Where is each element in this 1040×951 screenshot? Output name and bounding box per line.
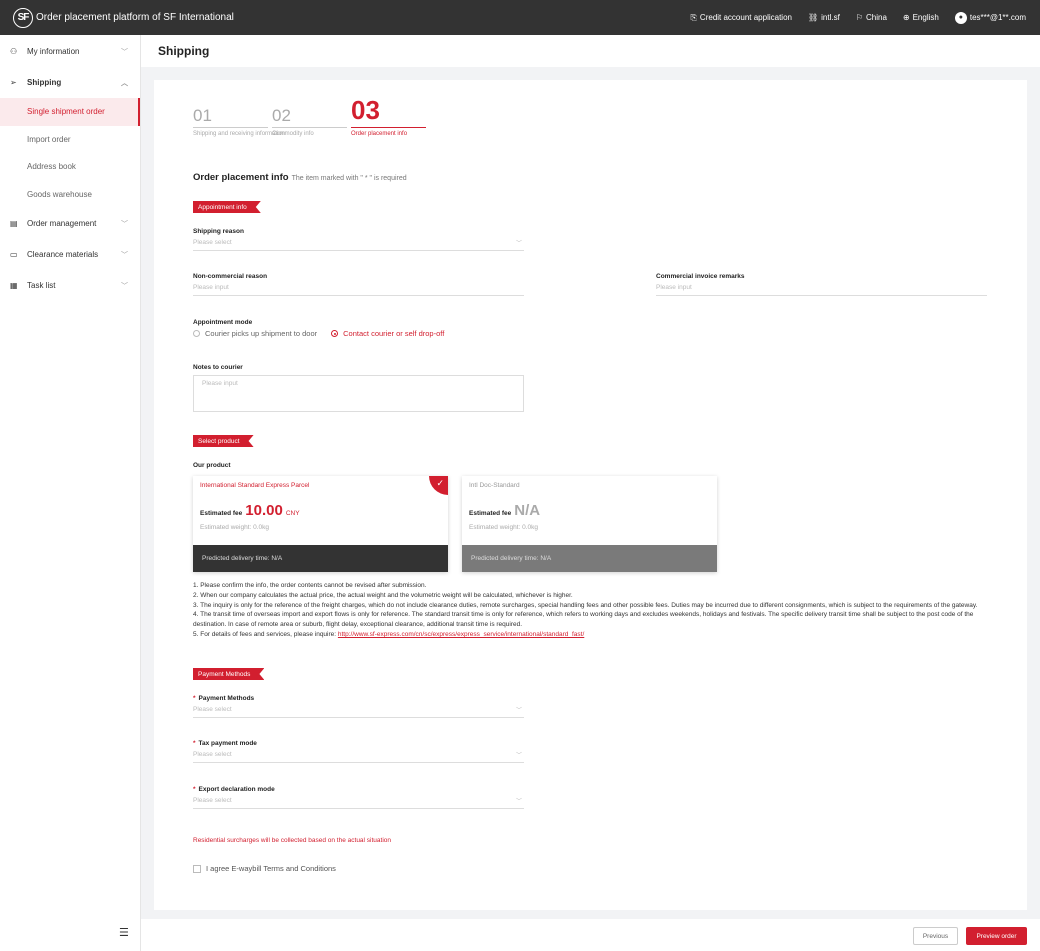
product-notes: 1. Please confirm the info, the order co… [193,582,978,638]
chevron-down-icon: ﹀ [515,753,522,759]
product-card-standard-express[interactable]: International Standard Express Parcel Es… [193,476,448,572]
send-icon: ➢ [10,78,17,87]
user-menu[interactable]: ● tes***@1**.com [954,11,1026,24]
app-title: Order placement platform of SF Internati… [36,12,234,23]
chevron-down-icon: ﹀ [121,48,128,56]
logo[interactable]: SF Order placement platform of SF Intern… [13,7,234,28]
checkbox-icon[interactable] [193,864,201,873]
top-bar: SF Order placement platform of SF Intern… [0,0,1040,35]
sf-logo-icon: SF [13,7,33,28]
section-title: Order placement info The item marked with… [193,172,407,183]
product-card-doc-standard[interactable]: Intl Doc-Standard Estimated fee N/A Esti… [462,476,717,572]
shipping-reason-select[interactable]: Please select ﹀ [193,239,524,251]
required-note: The item marked with " * " is required [291,175,407,182]
notes-to-courier-field: Notes to courier Please input [193,364,524,412]
terms-agreement[interactable]: I agree E-waybill Terms and Conditions [193,864,336,873]
appointment-info-tag: Appointment info [193,201,261,213]
predicted-delivery: Predicted delivery time: N/A [462,545,717,572]
preview-order-button[interactable]: Preview order [966,927,1027,945]
surcharge-notice: Residential surcharges will be collected… [193,837,392,844]
globe-icon: ⊕ [902,13,910,22]
link-icon: ⛓ [807,13,819,22]
estimated-fee-value: N/A [514,502,541,519]
user-icon: ⚇ [10,47,18,56]
non-commercial-reason-input[interactable]: Please input [193,284,524,296]
language-selector[interactable]: ⊕ English [903,13,939,22]
chevron-down-icon: ﹀ [121,220,128,228]
notes-to-courier-textarea[interactable]: Please input [193,375,524,412]
tax-payment-mode-select[interactable]: Please select ﹀ [193,751,524,763]
chevron-down-icon: ﹀ [515,799,522,805]
radio-selected-icon [331,330,339,337]
radio-courier-pickup[interactable]: Courier picks up shipment to door [193,329,317,338]
fees-info-link[interactable]: http://www.sf-express.com/cn/sc/express/… [338,631,584,638]
chevron-down-icon: ﹀ [515,708,522,714]
file-icon: ▤ [10,219,18,228]
export-declaration-mode-select[interactable]: Please select ﹀ [193,797,524,809]
footer-bar: Previous Preview order [141,919,1040,951]
document-icon: ⎘ [690,12,697,22]
invoice-remarks-field: Commercial invoice remarks Please input [656,273,987,296]
sidebar-subitem-single-shipment[interactable]: Single shipment order [0,98,140,126]
avatar-icon: ● [954,11,967,24]
step-indicator: 01 Shipping and receiving information 02… [193,95,430,137]
chevron-down-icon: ﹀ [515,241,522,247]
appointment-mode-field: Appointment mode Courier picks up shipme… [193,319,445,338]
payment-method-field: * Payment Methods Please select ﹀ [193,695,524,718]
chevron-up-icon: ︿ [121,79,128,87]
sidebar-item-clearance-materials[interactable]: ▭ Clearance materials ﹀ [0,239,140,270]
chevron-down-icon: ﹀ [121,251,128,259]
form-card: 01 Shipping and receiving information 02… [154,80,1027,910]
calendar-icon: ▦ [10,281,18,290]
chevron-down-icon: ﹀ [121,282,128,290]
sidebar-item-shipping[interactable]: ➢ Shipping ︿ [0,67,140,98]
menu-collapse-icon[interactable]: ☰ [119,926,129,939]
sidebar: ⚇ My information ﹀ ➢ Shipping ︿ Single s… [0,35,141,951]
select-product-tag: Select product [193,435,254,447]
region-selector[interactable]: ⚐ China [856,13,887,22]
radio-icon [193,330,200,337]
non-commercial-reason-field: Non-commercial reason Please input [193,273,524,296]
sidebar-subitem-address-book[interactable]: Address book [0,153,140,181]
export-declaration-mode-field: * Export declaration mode Please select ﹀ [193,786,524,809]
sidebar-item-my-information[interactable]: ⚇ My information ﹀ [0,36,140,67]
invoice-remarks-input[interactable]: Please input [656,284,987,296]
predicted-delivery: Predicted delivery time: N/A [193,545,448,572]
payment-method-select[interactable]: Please select ﹀ [193,706,524,718]
sidebar-subitem-goods-warehouse[interactable]: Goods warehouse [0,181,140,209]
sidebar-item-order-management[interactable]: ▤ Order management ﹀ [0,208,140,239]
folder-icon: ▭ [10,250,18,259]
step-2[interactable]: 02 Commodity info [272,102,347,137]
flag-icon: ⚐ [855,13,863,22]
sidebar-item-task-list[interactable]: ▦ Task list ﹀ [0,270,140,301]
shipping-reason-field: Shipping reason Please select ﹀ [193,228,524,251]
radio-self-dropoff[interactable]: Contact courier or self drop-off [331,329,444,338]
sidebar-subitem-import-order[interactable]: Import order [0,126,140,154]
estimated-fee-value: 10.00 [245,502,283,519]
intl-sf-link[interactable]: ⛓ intl.sf [808,13,840,22]
credit-account-link[interactable]: ⎘ Credit account application [691,13,792,23]
payment-methods-tag: Payment Methods [193,668,264,680]
page-title: Shipping [141,35,1040,67]
our-product-label: Our product [193,462,231,469]
step-1[interactable]: 01 Shipping and receiving information [193,102,285,137]
check-icon: ✓ [429,476,448,495]
step-3: 03 Order placement info [351,95,426,137]
previous-button[interactable]: Previous [913,927,958,945]
tax-payment-mode-field: * Tax payment mode Please select ﹀ [193,740,524,763]
